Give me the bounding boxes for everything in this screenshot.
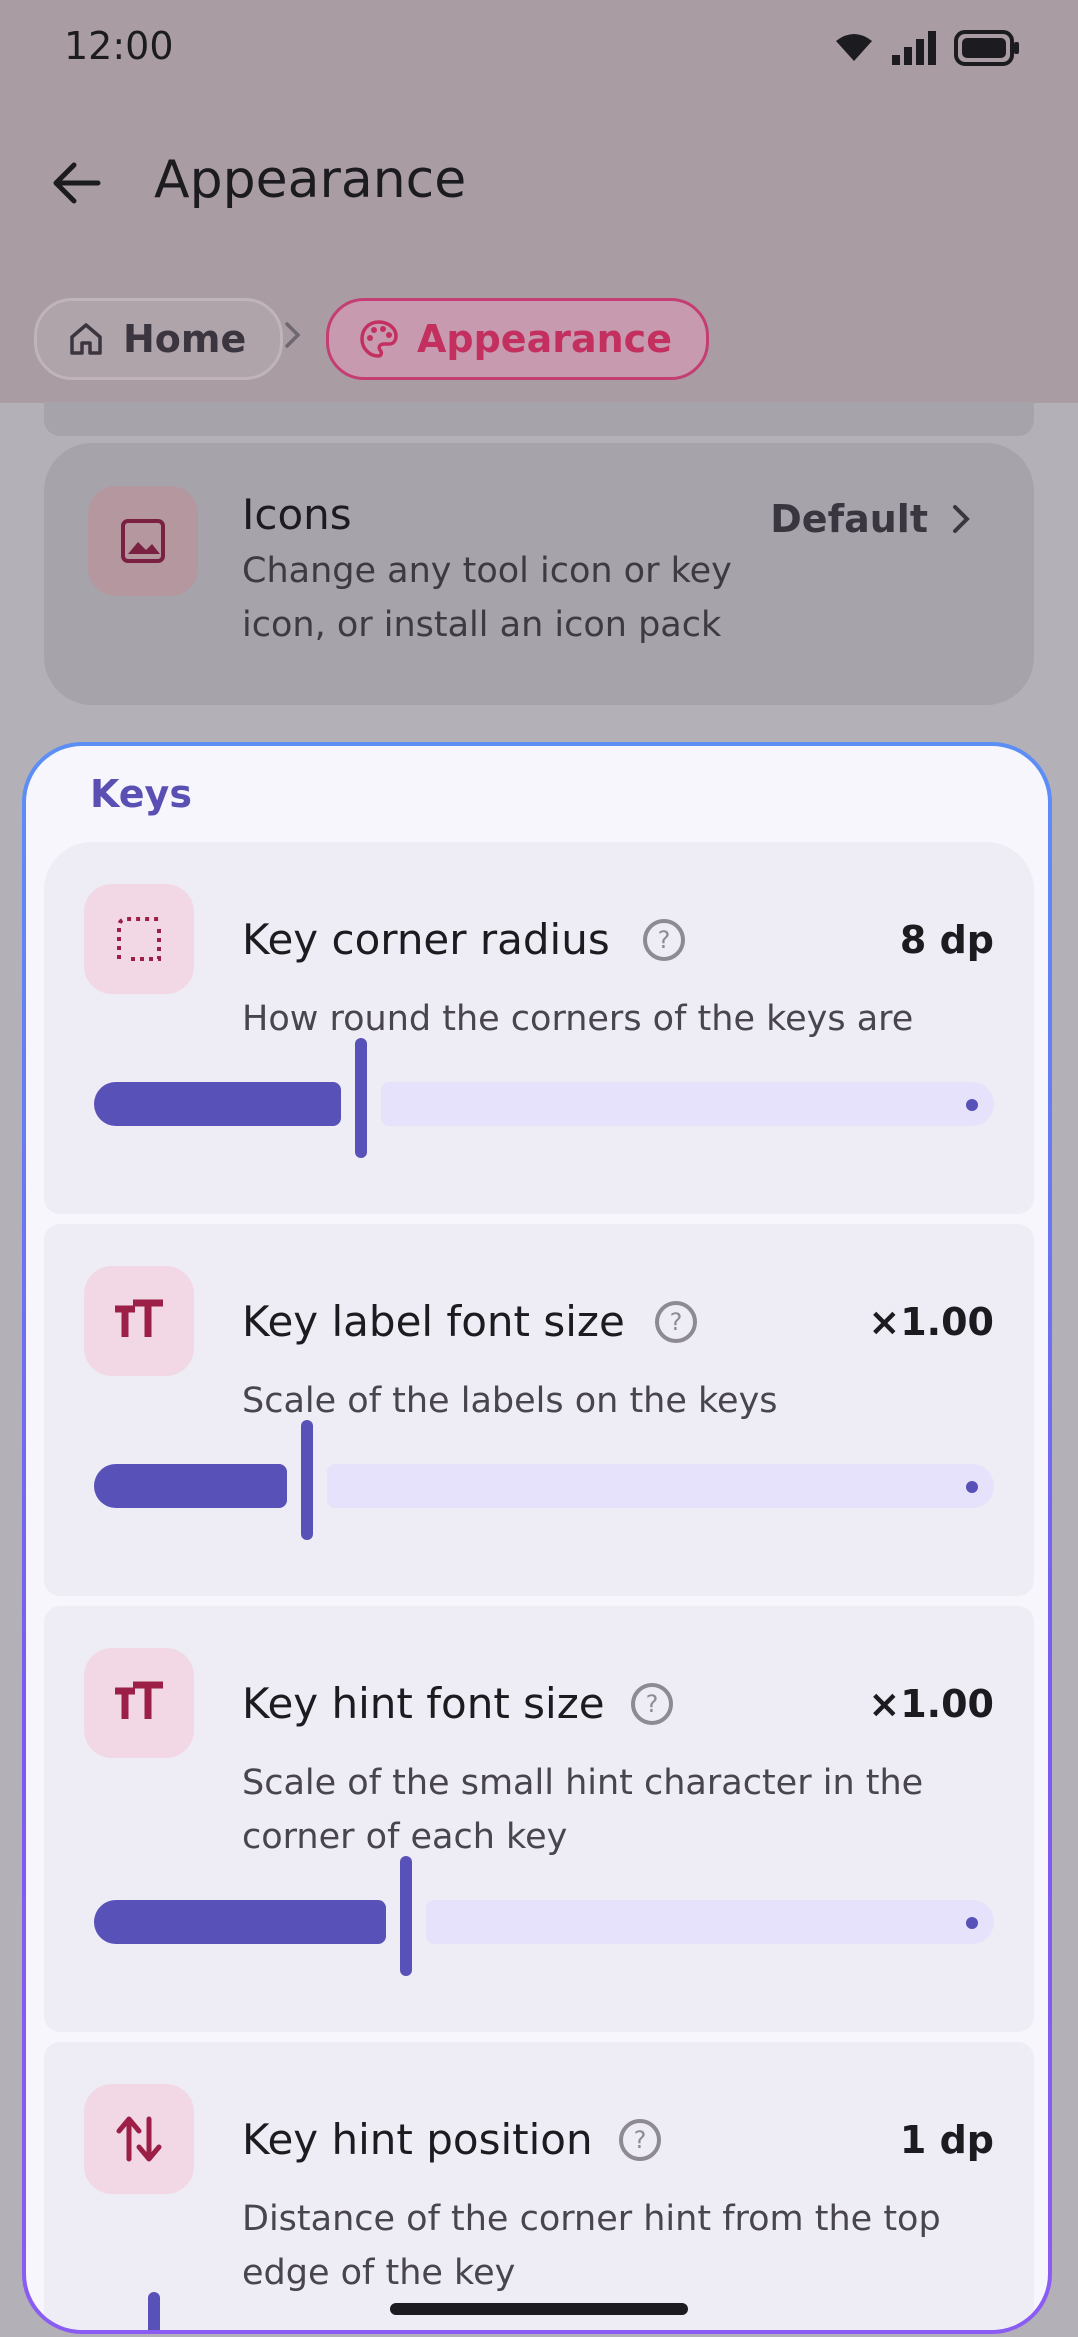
previous-setting-card — [44, 402, 1034, 436]
icons-value: Default — [770, 497, 972, 541]
key-hint-position-tile — [84, 2084, 194, 2194]
status-bar: 12:00 — [0, 0, 1078, 100]
setting-description: Scale of the labels on the keys — [242, 1381, 778, 1421]
key-label-font-size-card[interactable]: Key label font size ? ×1.00 Scale of the… — [44, 1224, 1034, 1596]
icons-description: Change any tool icon or key icon, or ins… — [242, 551, 732, 645]
back-button[interactable] — [46, 152, 108, 214]
icons-setting-row[interactable]: Icons Change any tool icon or key icon, … — [44, 443, 1034, 705]
home-indicator[interactable] — [390, 2303, 688, 2315]
slider-inactive-track — [327, 1464, 994, 1508]
svg-text:?: ? — [658, 926, 671, 954]
breadcrumb-current[interactable]: Appearance — [326, 298, 709, 380]
setting-description: How round the corners of the keys are — [242, 999, 914, 1039]
status-time: 12:00 — [64, 24, 174, 68]
setting-value: ×1.00 — [868, 1300, 994, 1344]
breadcrumb-home-label: Home — [123, 317, 247, 361]
keys-group-surface: Keys Key corner radius ? 8 dp How round … — [26, 746, 1048, 2330]
page-title: Appearance — [154, 150, 467, 210]
breadcrumb-current-label: Appearance — [417, 317, 672, 361]
key-label-font-size-slider[interactable] — [94, 1420, 994, 1540]
font-size-icon — [115, 1681, 163, 1719]
slider-thumb[interactable] — [301, 1420, 313, 1540]
image-icon — [121, 519, 165, 563]
svg-text:?: ? — [646, 1690, 659, 1718]
status-icons — [834, 30, 1020, 66]
help-icon[interactable]: ? — [630, 1682, 674, 1726]
setting-value: 1 dp — [899, 2118, 994, 2162]
breadcrumb-home[interactable]: Home — [34, 298, 284, 380]
slider-thumb[interactable] — [148, 2292, 160, 2330]
palette-icon — [360, 320, 398, 358]
keys-group: Keys Key corner radius ? 8 dp How round … — [22, 742, 1052, 2334]
chevron-right-icon — [285, 322, 301, 348]
slider-stop-dot — [966, 1917, 978, 1929]
setting-title: Key label font size — [242, 1297, 625, 1346]
icons-tile — [88, 486, 198, 596]
svg-text:?: ? — [634, 2126, 647, 2154]
setting-description: Scale of the small hint character in the… — [242, 1763, 924, 1857]
slider-stop-dot — [966, 1099, 978, 1111]
help-icon[interactable]: ? — [642, 918, 686, 962]
setting-title: Key hint font size — [242, 1679, 605, 1728]
help-icon[interactable]: ? — [654, 1300, 698, 1344]
key-hint-font-size-card[interactable]: Key hint font size ? ×1.00 Scale of the … — [44, 1606, 1034, 2032]
wifi-icon — [836, 34, 872, 61]
home-icon — [70, 323, 102, 355]
key-label-font-size-tile — [84, 1266, 194, 1376]
setting-value: ×1.00 — [868, 1682, 994, 1726]
swap-vertical-icon — [116, 2116, 162, 2162]
slider-active-track — [94, 1082, 341, 1126]
help-icon[interactable]: ? — [618, 2118, 662, 2162]
svg-text:?: ? — [670, 1308, 683, 1336]
slider-inactive-track — [381, 1082, 994, 1126]
setting-description: Distance of the corner hint from the top… — [242, 2199, 941, 2293]
keys-group-header: Keys — [90, 772, 192, 816]
slider-thumb[interactable] — [400, 1856, 412, 1976]
chevron-right-icon — [953, 505, 970, 533]
key-hint-font-size-tile — [84, 1648, 194, 1758]
key-corner-radius-slider[interactable] — [94, 1038, 994, 1158]
setting-value: 8 dp — [899, 918, 994, 962]
slider-stop-dot — [966, 1481, 978, 1493]
signal-icon — [892, 31, 936, 65]
key-corner-radius-card[interactable]: Key corner radius ? 8 dp How round the c… — [44, 842, 1034, 1214]
back-arrow-icon — [53, 162, 101, 204]
setting-title: Key corner radius — [242, 915, 610, 964]
icons-value-text: Default — [770, 497, 928, 541]
corner-radius-icon — [117, 917, 161, 961]
key-hint-font-size-slider[interactable] — [94, 1856, 994, 1976]
key-hint-position-slider[interactable] — [94, 2292, 994, 2330]
setting-title: Key hint position — [242, 2115, 593, 2164]
battery-icon — [954, 30, 1019, 66]
key-hint-position-card[interactable]: Key hint position ? 1 dp Distance of the… — [44, 2042, 1034, 2330]
icons-title: Icons — [242, 490, 352, 539]
key-corner-radius-tile — [84, 884, 194, 994]
slider-active-track — [94, 1464, 287, 1508]
app-bar: Appearance Home Appearance — [0, 100, 1078, 403]
slider-thumb[interactable] — [355, 1038, 367, 1158]
slider-inactive-track — [426, 1900, 994, 1944]
font-size-icon — [115, 1299, 163, 1337]
slider-active-track — [94, 1900, 386, 1944]
